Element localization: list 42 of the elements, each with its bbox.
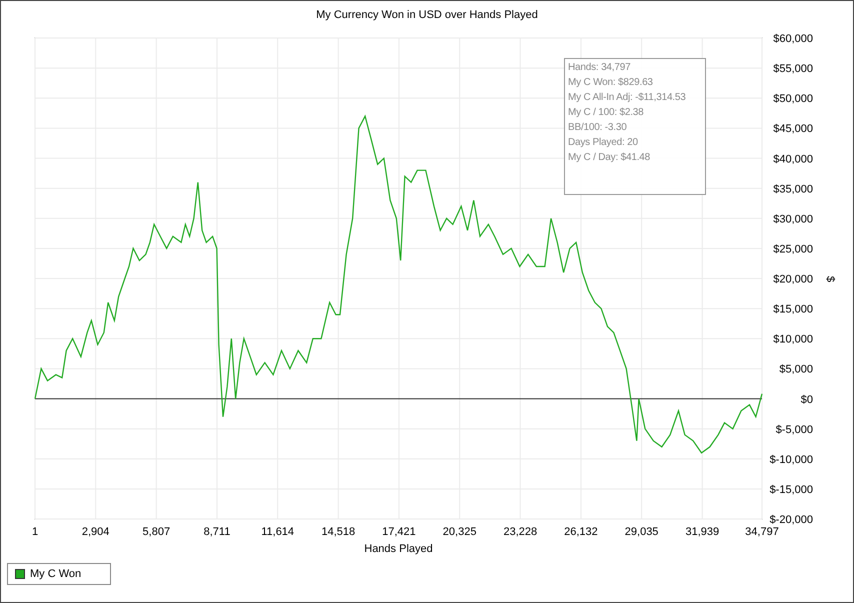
y-tick-label: $-5,000: [776, 424, 813, 436]
tooltip-line: My C / Day: $41.48: [568, 152, 651, 163]
x-tick-label: 14,518: [321, 526, 356, 538]
y-tick-label: $30,000: [773, 213, 813, 226]
y-tick-label: $10,000: [773, 334, 813, 346]
y-tick-label: $45,000: [773, 123, 813, 136]
chart-title: My Currency Won in USD over Hands Played: [316, 9, 538, 21]
x-tick-label: 31,939: [685, 526, 720, 538]
y-tick-label: $25,000: [773, 243, 813, 256]
tooltip-line: My C / 100: $2.38: [568, 107, 645, 118]
tooltip-line: My C All-In Adj: -$11,314.53: [568, 92, 687, 103]
legend-swatch-icon: [15, 569, 25, 579]
x-tick-label: 8,711: [204, 526, 230, 538]
x-tick-label: 2,904: [82, 526, 110, 538]
x-tick-label: 20,325: [442, 526, 476, 538]
y-tick-label: $40,000: [773, 153, 813, 166]
y-tick-label: $20,000: [773, 274, 813, 286]
legend-label: My C Won: [30, 568, 82, 580]
y-tick-label: $-10,000: [770, 454, 813, 466]
y-tick-label: $50,000: [773, 93, 813, 106]
x-tick-label: 29,035: [624, 526, 658, 538]
x-tick-label: 23,228: [503, 526, 538, 538]
x-tick-label: 5,807: [142, 526, 170, 538]
y-tick-label: $0: [800, 394, 813, 406]
tooltip-line: My C Won: $829.63: [568, 77, 654, 88]
y-axis-label: $: [824, 276, 836, 282]
tooltip-line: Hands: 34,797: [568, 62, 632, 73]
y-tick-label: $-15,000: [770, 484, 813, 496]
x-tick-label: 34,797: [745, 526, 779, 538]
x-tick-label: 26,132: [564, 526, 598, 538]
y-tick-label: $15,000: [773, 304, 813, 316]
tooltip-line: BB/100: -3.30: [568, 122, 628, 133]
x-tick-label: 11,614: [261, 526, 294, 538]
y-tick-label: $-20,000: [770, 514, 813, 526]
tooltip-line: Days Played: 20: [568, 137, 639, 148]
x-axis-label: Hands Played: [364, 543, 433, 555]
y-tick-label: $55,000: [773, 63, 813, 76]
y-tick-label: $60,000: [773, 33, 813, 45]
y-tick-label: $35,000: [773, 183, 813, 196]
x-tick-label: 1: [32, 526, 38, 538]
y-tick-label: $5,000: [779, 364, 813, 376]
x-tick-label: 17,421: [382, 526, 416, 538]
